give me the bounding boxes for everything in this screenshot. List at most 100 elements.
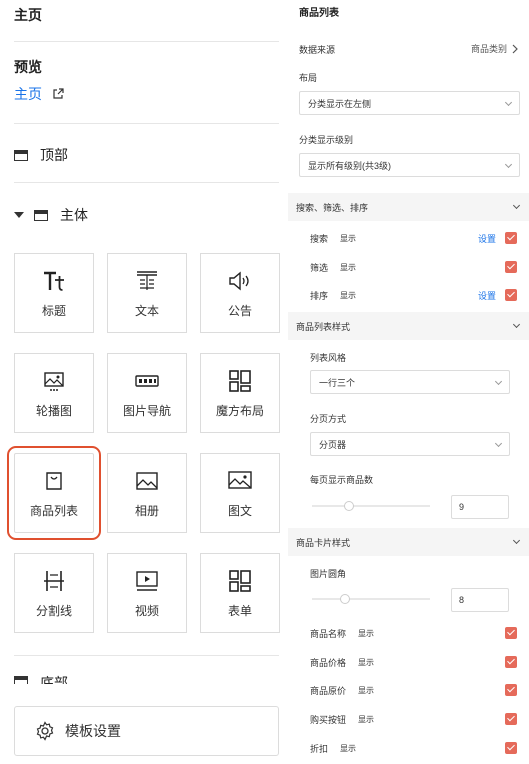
section-body[interactable]: 主体: [14, 205, 88, 225]
component-text[interactable]: 文本: [107, 253, 187, 333]
price-checkbox[interactable]: [505, 656, 517, 668]
discount-checkbox[interactable]: [505, 742, 517, 754]
paging-label: 分页方式: [310, 414, 347, 424]
corner-input[interactable]: 8: [451, 588, 509, 612]
expand-caret-icon: [14, 212, 24, 218]
component-cube-layout[interactable]: 魔方布局: [200, 353, 280, 433]
row-label: 购买按钮: [310, 714, 347, 725]
section-bottom-label: 底部: [40, 675, 68, 684]
component-panel: 主页 预览 主页 顶部 主体 标题 文本 公告 轮播图 图片导航 魔方布局 商品…: [0, 0, 290, 764]
component-label: 相册: [134, 503, 159, 518]
home-preview-link[interactable]: 主页: [14, 84, 64, 104]
row-label: 商品价格: [310, 657, 347, 668]
row-label: 商品原价: [310, 685, 347, 696]
group-card-style[interactable]: 商品卡片样式: [288, 528, 529, 556]
row-show-label: 显示: [358, 657, 375, 667]
chevron-down-icon: [494, 439, 503, 448]
property-panel: 商品列表 数据来源 商品类别 布局 分类显示在左侧 分类显示级别 显示所有级别(…: [288, 0, 529, 764]
original-price-checkbox[interactable]: [505, 684, 517, 696]
group-title: 搜索、筛选、排序: [296, 202, 369, 213]
image-nav-icon: [134, 368, 160, 394]
row-show-label: 显示: [340, 290, 357, 300]
component-image-nav[interactable]: 图片导航: [107, 353, 187, 433]
cube-layout-icon: [228, 368, 252, 394]
row-label: 商品名称: [310, 628, 347, 639]
per-page-input[interactable]: 9: [451, 495, 509, 519]
component-album[interactable]: 相册: [107, 453, 187, 533]
component-form[interactable]: 表单: [200, 553, 280, 633]
component-label: 图片导航: [122, 403, 171, 418]
panel-title: 商品列表: [299, 8, 339, 19]
row-label: 筛选: [310, 262, 329, 273]
slider-handle[interactable]: [340, 594, 350, 604]
chevron-down-icon: [494, 377, 503, 386]
external-link-icon: [52, 88, 64, 100]
slider-handle[interactable]: [344, 501, 354, 511]
template-settings-button[interactable]: 模板设置: [14, 706, 279, 756]
section-body-icon: [34, 209, 48, 221]
component-carousel[interactable]: 轮播图: [14, 353, 94, 433]
sort-checkbox[interactable]: [505, 289, 517, 301]
corner-slider[interactable]: [312, 594, 430, 604]
category-level-select[interactable]: 显示所有级别(共3级): [299, 153, 520, 177]
toggle-row-name: 商品名称 显示: [310, 626, 520, 640]
component-grid: 标题 文本 公告 轮播图 图片导航 魔方布局 商品列表 相册 图文 分割线 视频…: [7, 253, 280, 633]
group-search-filter-sort[interactable]: 搜索、筛选、排序: [288, 193, 529, 221]
row-show-label: 显示: [340, 262, 357, 272]
component-label: 标题: [41, 303, 66, 318]
row-label: 搜索: [310, 233, 329, 244]
component-title[interactable]: 标题: [14, 253, 94, 333]
name-checkbox[interactable]: [505, 627, 517, 639]
section-bottom-icon: [14, 676, 28, 684]
filter-checkbox[interactable]: [505, 261, 517, 273]
search-settings-link[interactable]: 设置: [478, 232, 496, 245]
component-label: 表单: [227, 603, 252, 618]
row-show-label: 显示: [340, 743, 357, 753]
paging-select[interactable]: 分页器: [310, 432, 510, 456]
row-label: 排序: [310, 290, 329, 301]
per-page-label: 每页显示商品数: [310, 475, 374, 485]
component-label: 魔方布局: [215, 403, 264, 418]
component-label: 文本: [134, 303, 159, 318]
list-style-select[interactable]: 一行三个: [310, 370, 510, 394]
search-checkbox[interactable]: [505, 232, 517, 244]
chevron-right-icon: [512, 44, 518, 53]
list-style-label: 列表风格: [310, 353, 347, 363]
toggle-row-filter: 筛选 显示: [310, 260, 520, 274]
video-icon: [134, 568, 160, 594]
component-label: 图文: [227, 503, 252, 518]
component-announcement[interactable]: 公告: [200, 253, 280, 333]
row-show-label: 显示: [358, 714, 375, 724]
template-settings-label: 模板设置: [65, 723, 121, 739]
toggle-row-search: 搜索 显示 设置: [310, 231, 520, 245]
row-show-label: 显示: [358, 685, 375, 695]
data-source-value: 商品类别: [470, 44, 507, 54]
divider: [14, 41, 279, 42]
section-bottom[interactable]: 底部: [14, 674, 68, 684]
album-icon: [135, 468, 159, 494]
section-top[interactable]: 顶部: [14, 145, 68, 165]
component-image-text[interactable]: 图文: [200, 453, 280, 533]
buy-button-checkbox[interactable]: [505, 713, 517, 725]
component-label: 视频: [134, 603, 159, 618]
list-style-value: 一行三个: [319, 377, 356, 388]
carousel-icon: [42, 368, 66, 394]
category-level-label: 分类显示级别: [299, 135, 354, 145]
group-list-style[interactable]: 商品列表样式: [288, 312, 529, 340]
component-video[interactable]: 视频: [107, 553, 187, 633]
layout-select[interactable]: 分类显示在左侧: [299, 91, 520, 115]
component-label: 公告: [227, 303, 252, 318]
image-text-icon: [227, 468, 253, 494]
layout-value: 分类显示在左侧: [308, 98, 372, 109]
text-icon: [135, 268, 159, 294]
product-list-icon: [43, 468, 65, 494]
section-top-icon: [14, 149, 28, 161]
sort-settings-link[interactable]: 设置: [478, 289, 496, 302]
chevron-down-icon: [512, 536, 521, 545]
section-body-label: 主体: [60, 207, 88, 223]
data-source-select[interactable]: 商品类别: [471, 42, 519, 55]
chevron-down-icon: [504, 160, 513, 169]
component-product-list[interactable]: 商品列表: [7, 446, 101, 540]
per-page-slider[interactable]: [312, 501, 430, 511]
component-divider[interactable]: 分割线: [14, 553, 94, 633]
